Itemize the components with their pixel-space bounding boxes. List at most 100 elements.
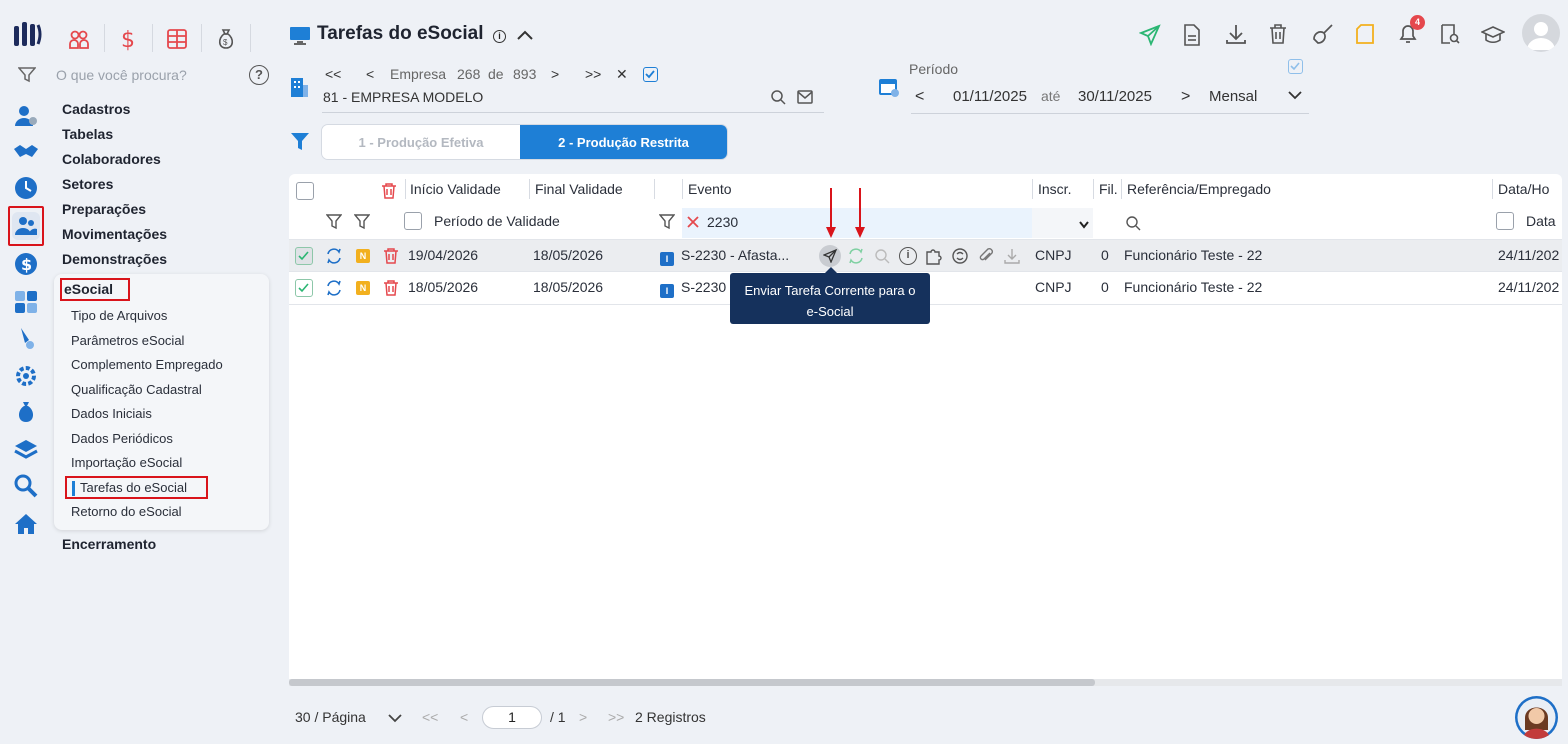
spreadsheet-module-icon[interactable] [160,22,194,56]
page-number-input[interactable]: 1 [482,706,542,729]
assistant-avatar[interactable] [1515,696,1558,739]
row-attach-icon[interactable] [977,247,995,265]
period-mode-select[interactable]: Mensal [1209,88,1257,105]
menu-colaboradores[interactable]: Colaboradores [62,151,161,167]
app-logo[interactable] [14,22,42,48]
next-page-button[interactable]: > [579,709,587,725]
chevron-down-icon[interactable] [1288,90,1302,100]
row-trash-icon[interactable] [383,279,399,297]
filter-icon[interactable] [18,67,36,83]
first-page-button[interactable]: << [422,709,438,725]
sticky-note-icon[interactable] [1354,23,1376,45]
company-last-button[interactable]: >> [585,66,601,82]
submenu-parametros[interactable]: Parâmetros eSocial [71,333,184,348]
document-icon[interactable] [1182,23,1202,47]
header-evento[interactable]: Evento [688,181,732,197]
mail-icon[interactable] [797,90,813,104]
row-search-icon[interactable] [874,248,890,264]
gear-icon[interactable] [12,362,40,390]
menu-search-input[interactable]: O que você procura? [56,67,187,83]
company-prev-button[interactable]: < [366,66,374,82]
horizontal-scrollbar[interactable] [289,679,1562,686]
broom-icon[interactable] [1311,22,1335,46]
period-checkbox[interactable] [1288,59,1303,74]
info-icon[interactable]: i [493,30,506,43]
calculator-icon[interactable] [12,288,40,316]
company-search-icon[interactable] [770,89,786,105]
menu-encerramento[interactable]: Encerramento [62,536,156,552]
menu-cadastros[interactable]: Cadastros [62,101,130,117]
table-row[interactable]: N 19/04/2026 18/05/2026 I S-2230 - Afast… [289,239,1562,272]
evento-filter-input[interactable]: 2230 [707,214,738,230]
graduation-cap-icon[interactable] [1481,24,1505,46]
tab-producao-efetiva[interactable]: 1 - Produção Efetiva [322,125,520,159]
company-first-button[interactable]: << [325,66,341,82]
home-icon[interactable] [12,510,40,538]
header-referencia[interactable]: Referência/Empregado [1127,181,1271,197]
submenu-tipo-arquivos[interactable]: Tipo de Arquivos [71,308,167,323]
row-puzzle-icon[interactable] [925,247,943,265]
header-inicio-validade[interactable]: Início Validade [410,181,501,197]
menu-movimentacoes[interactable]: Movimentações [62,226,167,242]
trash-icon[interactable] [1268,23,1288,45]
submenu-retorno[interactable]: Retorno do eSocial [71,504,182,519]
tab-producao-restrita[interactable]: 2 - Produção Restrita [520,125,727,159]
people-module-icon[interactable] [62,22,96,56]
company-checkbox[interactable] [643,67,658,82]
clock-icon[interactable] [12,174,40,202]
company-close-button[interactable]: ✕ [616,66,628,83]
inscr-dropdown-icon[interactable] [1079,221,1089,229]
search-icon[interactable] [12,472,40,500]
money-bag-icon[interactable]: $ [209,22,243,56]
data-filter-checkbox[interactable] [1496,212,1514,230]
submenu-importacao[interactable]: Importação eSocial [71,455,182,470]
handshake-icon[interactable] [12,138,40,166]
help-icon[interactable]: ? [249,65,269,85]
document-search-icon[interactable] [1440,23,1460,45]
chevron-up-icon[interactable] [516,28,534,42]
finance-module-icon[interactable]: $ [111,22,145,56]
user-avatar[interactable] [1522,14,1560,52]
menu-tabelas[interactable]: Tabelas [62,126,113,142]
dollar-icon[interactable]: $ [12,250,40,278]
header-data[interactable]: Data/Ho [1498,181,1549,197]
evento-funnel-icon[interactable] [659,214,675,230]
clear-filter-icon[interactable] [687,216,699,228]
period-start-input[interactable]: 01/11/2025 [953,88,1027,105]
period-prev-button[interactable]: < [915,88,924,106]
row-sync-icon[interactable] [325,279,343,297]
row-brain-icon[interactable] [951,247,969,265]
row-download-icon[interactable] [1003,247,1021,265]
download-icon[interactable] [1225,23,1247,45]
periodo-validade-checkbox[interactable] [404,212,422,230]
header-fil[interactable]: Fil. [1099,181,1118,197]
menu-setores[interactable]: Setores [62,176,113,192]
prev-page-button[interactable]: < [460,709,468,725]
header-trash-icon[interactable] [381,182,397,200]
row-trash-icon[interactable] [383,247,399,265]
header-final-validade[interactable]: Final Validade [535,181,623,197]
referencia-search-icon[interactable] [1126,216,1141,231]
row-checkbox[interactable] [295,279,313,297]
last-page-button[interactable]: >> [608,709,624,725]
submenu-qualificacao[interactable]: Qualificação Cadastral [71,382,202,397]
header-inscr[interactable]: Inscr. [1038,181,1071,197]
company-next-button[interactable]: > [551,66,559,82]
layers-icon[interactable] [12,436,40,464]
row-checkbox[interactable] [295,247,313,265]
person-settings-icon[interactable] [12,102,40,130]
period-next-button[interactable]: > [1181,88,1190,106]
employees-icon[interactable] [8,206,44,246]
page-size-select[interactable]: 30 / Página [295,709,366,725]
row-refresh-icon[interactable] [847,247,865,265]
row-sync-icon[interactable] [325,247,343,265]
submenu-complemento[interactable]: Complemento Empregado [71,357,223,372]
filter-row-funnel-icon-2[interactable] [354,214,370,230]
submenu-dados-iniciais[interactable]: Dados Iniciais [71,406,152,421]
send-task-button[interactable] [819,245,841,267]
period-end-input[interactable]: 30/11/2025 [1078,88,1152,105]
filter-row-funnel-icon[interactable] [326,214,342,230]
send-icon[interactable] [1139,24,1161,46]
page-size-chevron-icon[interactable] [388,713,402,723]
menu-preparacoes[interactable]: Preparações [62,201,146,217]
